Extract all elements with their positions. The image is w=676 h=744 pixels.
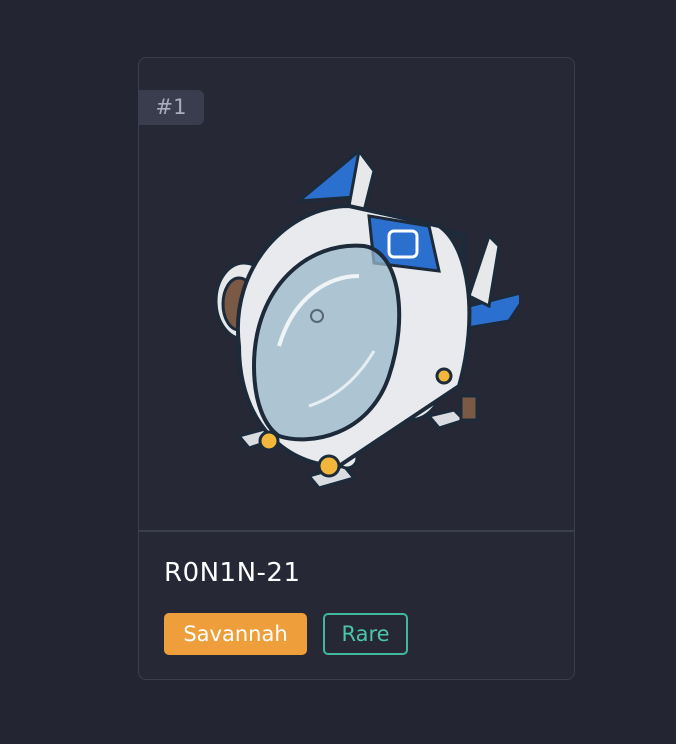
item-name: R0N1N-21 [164,558,301,588]
class-tag[interactable]: Savannah [164,613,307,655]
card-divider [139,530,574,532]
rarity-tag[interactable]: Rare [323,613,408,655]
rank-badge: #1 [139,90,204,125]
hovercraft-pod-robot-icon [214,147,519,490]
item-card[interactable]: #1 R0N1N-21 Savannah Rare [138,57,575,680]
